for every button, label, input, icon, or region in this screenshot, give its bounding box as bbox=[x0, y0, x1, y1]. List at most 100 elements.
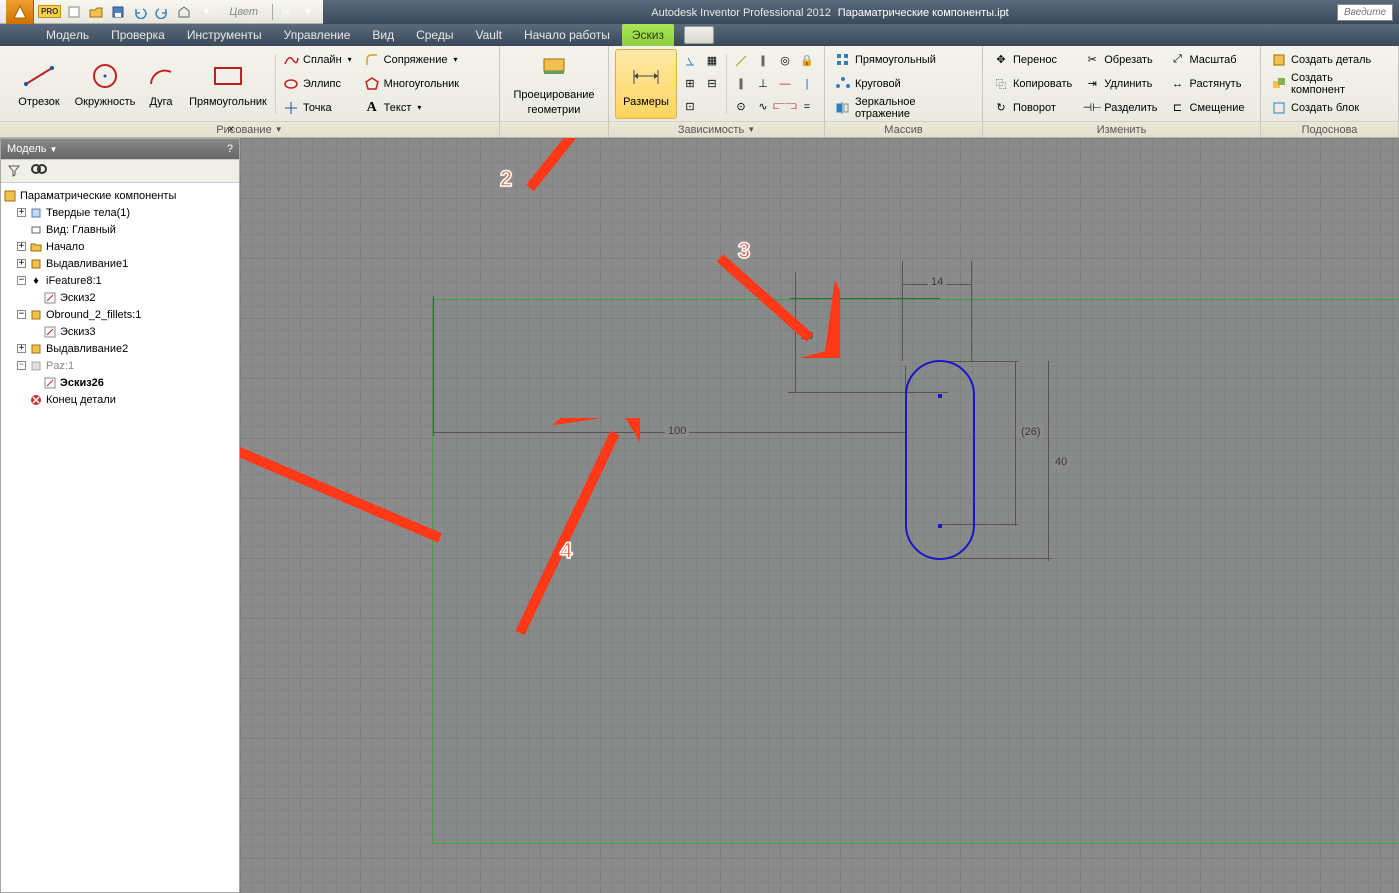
tree-end[interactable]: Конец детали bbox=[3, 391, 237, 408]
point-button[interactable]: Точка bbox=[279, 97, 356, 119]
fix-icon[interactable]: 🔒 bbox=[796, 50, 818, 72]
dim-40-value[interactable]: 40 bbox=[1052, 456, 1070, 468]
tree-sketch3[interactable]: Эскиз3 bbox=[3, 323, 237, 340]
menu-model[interactable]: Модель bbox=[36, 24, 99, 46]
open-icon[interactable] bbox=[87, 3, 105, 21]
dimension-button[interactable]: Размеры bbox=[615, 49, 677, 119]
fillet-button[interactable]: Сопряжение▾ bbox=[360, 49, 463, 71]
split-button[interactable]: ⊣⊢Разделить bbox=[1080, 97, 1161, 119]
coincident-icon[interactable] bbox=[730, 50, 752, 72]
new-icon[interactable] bbox=[65, 3, 83, 21]
tree-paz[interactable]: −Paz:1 bbox=[3, 357, 237, 374]
stretch-button[interactable]: ↔Растянуть bbox=[1166, 73, 1249, 95]
rect-pattern-button[interactable]: Прямоугольный bbox=[831, 49, 976, 71]
circle-button[interactable]: Окружность bbox=[72, 49, 138, 119]
ellipse-button[interactable]: Эллипс bbox=[279, 73, 356, 95]
circ-pattern-button[interactable]: Круговой bbox=[831, 73, 976, 95]
tree-extrude2[interactable]: +Выдавливание2 bbox=[3, 340, 237, 357]
menu-sketch[interactable]: Эскиз bbox=[622, 24, 674, 46]
extend-button[interactable]: ⇥Удлинить bbox=[1080, 73, 1161, 95]
undo-icon[interactable] bbox=[131, 3, 149, 21]
symmetric-icon[interactable]: ⫍⫎ bbox=[774, 96, 796, 118]
point-icon bbox=[283, 100, 299, 116]
scale-button[interactable]: ⤢Масштаб bbox=[1166, 49, 1249, 71]
text-icon: A bbox=[364, 100, 380, 116]
tree-ifeature[interactable]: −♦iFeature8:1 bbox=[3, 272, 237, 289]
move-button[interactable]: ✥Перенос bbox=[989, 49, 1076, 71]
obround-shape[interactable] bbox=[905, 360, 975, 560]
mirror-button[interactable]: Зеркальное отражение bbox=[831, 97, 976, 119]
constraint-settings-icon[interactable]: ⊞ bbox=[679, 73, 701, 95]
search-input[interactable] bbox=[1337, 4, 1393, 21]
menu-start[interactable]: Начало работы bbox=[514, 24, 620, 46]
app-icon[interactable] bbox=[6, 0, 34, 24]
menu-vault[interactable]: Vault bbox=[465, 24, 511, 46]
sketch-canvas[interactable]: 100 20 14 (26) 40 1 2 3 4 bbox=[240, 138, 1399, 893]
filter-icon[interactable] bbox=[7, 163, 21, 180]
tree-sketch26[interactable]: Эскиз26 bbox=[3, 374, 237, 391]
sketch-icon bbox=[43, 376, 57, 390]
copy-button[interactable]: ⿻Копировать bbox=[989, 73, 1076, 95]
trim-button[interactable]: ✂Обрезать bbox=[1080, 49, 1161, 71]
select-icon[interactable]: ▾ bbox=[197, 3, 215, 21]
collinear-icon[interactable]: ∥ bbox=[752, 50, 774, 72]
dim-20-value[interactable]: 20 bbox=[798, 330, 816, 342]
arc-button[interactable]: Дуга bbox=[138, 49, 184, 119]
smooth-icon[interactable]: ∿ bbox=[752, 96, 774, 118]
circ-pattern-icon bbox=[835, 76, 851, 92]
tree-obround[interactable]: −Obround_2_fillets:1 bbox=[3, 306, 237, 323]
equal-icon[interactable]: = bbox=[796, 96, 818, 118]
find-icon[interactable] bbox=[31, 163, 47, 180]
tree-root[interactable]: Параматрические компоненты bbox=[3, 187, 237, 204]
concentric-icon[interactable]: ◎ bbox=[774, 50, 796, 72]
perpendicular-icon[interactable]: ⊥ bbox=[752, 73, 774, 95]
tree-sketch2[interactable]: Эскиз2 bbox=[3, 289, 237, 306]
text-button[interactable]: AТекст▾ bbox=[360, 97, 463, 119]
rectangle-button[interactable]: Прямоугольник bbox=[184, 49, 272, 119]
extend-icon: ⇥ bbox=[1084, 76, 1100, 92]
project-geometry-button[interactable]: Проецированиегеометрии bbox=[506, 49, 602, 119]
home-icon[interactable] bbox=[175, 3, 193, 21]
quick-access-toolbar: PRO ▾ Цвет fx ▾ bbox=[0, 0, 323, 24]
create-part-button[interactable]: Создать деталь bbox=[1267, 49, 1392, 71]
sketch-icon bbox=[43, 291, 57, 305]
menu-tools[interactable]: Инструменты bbox=[177, 24, 272, 46]
spline-button[interactable]: Сплайн▾ bbox=[279, 49, 356, 71]
constraint-toggle-icon[interactable]: ⊟ bbox=[701, 73, 723, 95]
tree-origin[interactable]: +Начало bbox=[3, 238, 237, 255]
qat-dropdown-icon[interactable]: ▾ bbox=[299, 3, 317, 21]
rotate-button[interactable]: ↻Поворот bbox=[989, 97, 1076, 119]
ribbon-mini-toolbar[interactable] bbox=[684, 26, 714, 44]
menu-check[interactable]: Проверка bbox=[101, 24, 175, 46]
arc-icon bbox=[147, 59, 175, 93]
menu-view[interactable]: Вид bbox=[362, 24, 404, 46]
spline-icon bbox=[283, 52, 299, 68]
save-icon[interactable] bbox=[109, 3, 127, 21]
polygon-button[interactable]: Многоугольник bbox=[360, 73, 463, 95]
parallel-icon[interactable]: ∥ bbox=[730, 73, 752, 95]
vertical-icon[interactable]: | bbox=[796, 73, 818, 95]
create-component-button[interactable]: Создать компонент bbox=[1267, 73, 1392, 95]
menu-manage[interactable]: Управление bbox=[274, 24, 361, 46]
line-button[interactable]: Отрезок bbox=[6, 49, 72, 119]
tree-extrude1[interactable]: +Выдавливание1 bbox=[3, 255, 237, 272]
dim-26-value[interactable]: (26) bbox=[1018, 426, 1044, 438]
help-icon[interactable]: ? bbox=[227, 143, 233, 155]
auto-dim-icon[interactable] bbox=[679, 50, 701, 72]
fx-button[interactable]: fx bbox=[277, 3, 295, 21]
folder-icon bbox=[29, 240, 43, 254]
tree-view[interactable]: Вид: Главный bbox=[3, 221, 237, 238]
redo-icon[interactable] bbox=[153, 3, 171, 21]
dim-100-value[interactable]: 100 bbox=[665, 425, 689, 437]
offset-button[interactable]: ⊏Смещение bbox=[1166, 97, 1249, 119]
dim-14-value[interactable]: 14 bbox=[928, 276, 946, 288]
constraint-infer-icon[interactable]: ⊡ bbox=[679, 96, 701, 118]
tree-solids[interactable]: +Твердые тела(1) bbox=[3, 204, 237, 221]
horizontal-icon[interactable]: — bbox=[774, 73, 796, 95]
constraint-show-icon[interactable]: ▦ bbox=[701, 50, 723, 72]
menu-env[interactable]: Среды bbox=[406, 24, 463, 46]
tangent-icon[interactable]: ⊙ bbox=[730, 96, 752, 118]
scale-icon: ⤢ bbox=[1170, 52, 1186, 68]
close-icon[interactable]: × bbox=[225, 125, 237, 137]
create-block-button[interactable]: Создать блок bbox=[1267, 97, 1392, 119]
